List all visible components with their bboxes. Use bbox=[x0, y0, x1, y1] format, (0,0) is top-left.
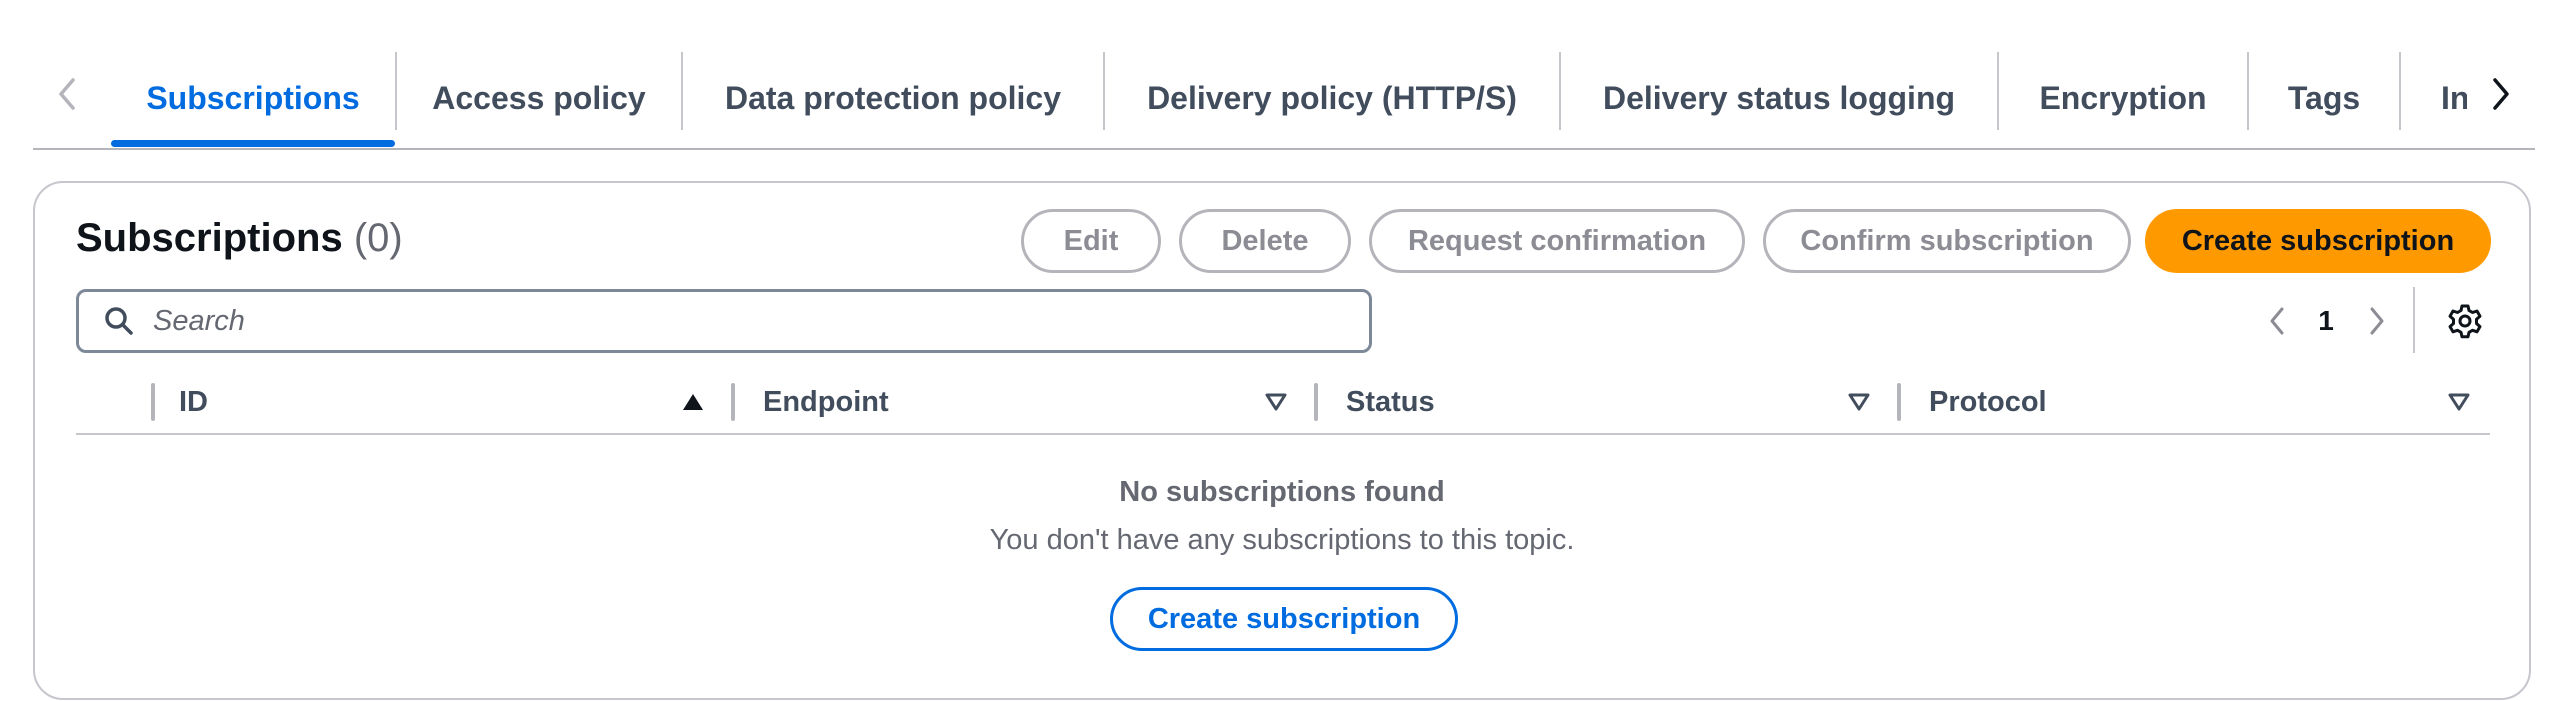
active-tab-indicator bbox=[111, 140, 395, 147]
column-header-protocol[interactable]: Protocol bbox=[1929, 371, 2047, 433]
sort-unsorted-icon[interactable] bbox=[2442, 385, 2476, 419]
table-header: ID Endpoint Status Protocol bbox=[76, 371, 2490, 435]
current-page-button[interactable]: 1 bbox=[2311, 293, 2341, 349]
create-subscription-button[interactable]: Create subscription bbox=[2145, 209, 2491, 273]
empty-state-title: No subscriptions found bbox=[1119, 476, 1445, 508]
tab-label: Subscriptions bbox=[146, 79, 360, 116]
tab-data-protection-policy[interactable]: Data protection policy bbox=[683, 48, 1103, 148]
tab-tags[interactable]: Tags bbox=[2249, 48, 2399, 148]
tab-bar: Subscriptions Access policy Data protect… bbox=[33, 48, 2535, 150]
edit-button[interactable]: Edit bbox=[1021, 209, 1161, 273]
tab-access-policy[interactable]: Access policy bbox=[397, 48, 681, 148]
subscriptions-panel: Subscriptions (0) Edit Delete Request co… bbox=[33, 181, 2531, 700]
request-confirmation-button[interactable]: Request confirmation bbox=[1369, 209, 1745, 273]
delete-button[interactable]: Delete bbox=[1179, 209, 1351, 273]
tab-scroll-right-button[interactable] bbox=[2467, 70, 2535, 118]
empty-state-create-subscription-button[interactable]: Create subscription bbox=[1110, 587, 1458, 651]
sort-ascending-icon[interactable] bbox=[676, 385, 710, 419]
column-header-endpoint[interactable]: Endpoint bbox=[763, 371, 889, 433]
tab-scroll-left-button[interactable] bbox=[33, 70, 101, 118]
panel-title: Subscriptions (0) bbox=[76, 216, 403, 261]
chevron-left-icon bbox=[2270, 307, 2284, 335]
tab-label: Tags bbox=[2287, 79, 2361, 116]
column-header-id[interactable]: ID bbox=[179, 371, 208, 433]
column-divider bbox=[151, 383, 155, 421]
sort-unsorted-icon[interactable] bbox=[1259, 385, 1293, 419]
column-divider bbox=[1314, 383, 1318, 421]
tab-bar-underline bbox=[33, 148, 2535, 150]
search-icon bbox=[99, 301, 139, 341]
tab-label: Encryption bbox=[2039, 79, 2207, 116]
tab-delivery-status-logging[interactable]: Delivery status logging bbox=[1561, 48, 1997, 148]
tab-label: Delivery status logging bbox=[1602, 79, 1956, 116]
next-page-button[interactable] bbox=[2357, 293, 2397, 349]
chevron-left-icon bbox=[59, 78, 75, 110]
tab-label: Integrations bbox=[2441, 79, 2467, 116]
search-field[interactable] bbox=[76, 289, 1372, 353]
subscription-count: (0) bbox=[353, 216, 403, 260]
tab-subscriptions[interactable]: Subscriptions bbox=[111, 48, 395, 148]
pagination-divider bbox=[2413, 287, 2415, 353]
confirm-subscription-button[interactable]: Confirm subscription bbox=[1763, 209, 2131, 273]
tab-label: Delivery policy (HTTP/S) bbox=[1147, 79, 1517, 116]
column-divider bbox=[731, 383, 735, 421]
tab-delivery-policy[interactable]: Delivery policy (HTTP/S) bbox=[1105, 48, 1559, 148]
gear-icon bbox=[2448, 304, 2482, 339]
tab-strip: Subscriptions Access policy Data protect… bbox=[111, 48, 2467, 148]
chevron-right-icon bbox=[2493, 78, 2509, 110]
preferences-button[interactable] bbox=[2445, 293, 2485, 349]
column-divider bbox=[1897, 383, 1901, 421]
tab-label: Access policy bbox=[432, 79, 646, 116]
search-input[interactable] bbox=[153, 304, 1333, 338]
tab-encryption[interactable]: Encryption bbox=[1999, 48, 2247, 148]
empty-state-description: You don't have any subscriptions to this… bbox=[989, 524, 1575, 556]
previous-page-button[interactable] bbox=[2257, 293, 2297, 349]
sort-unsorted-icon[interactable] bbox=[1842, 385, 1876, 419]
tab-label: Data protection policy bbox=[724, 79, 1062, 116]
tab-integrations[interactable]: Integrations bbox=[2401, 48, 2467, 148]
panel-title-text: Subscriptions bbox=[76, 216, 343, 260]
column-header-status[interactable]: Status bbox=[1346, 371, 1435, 433]
chevron-right-icon bbox=[2370, 307, 2384, 335]
